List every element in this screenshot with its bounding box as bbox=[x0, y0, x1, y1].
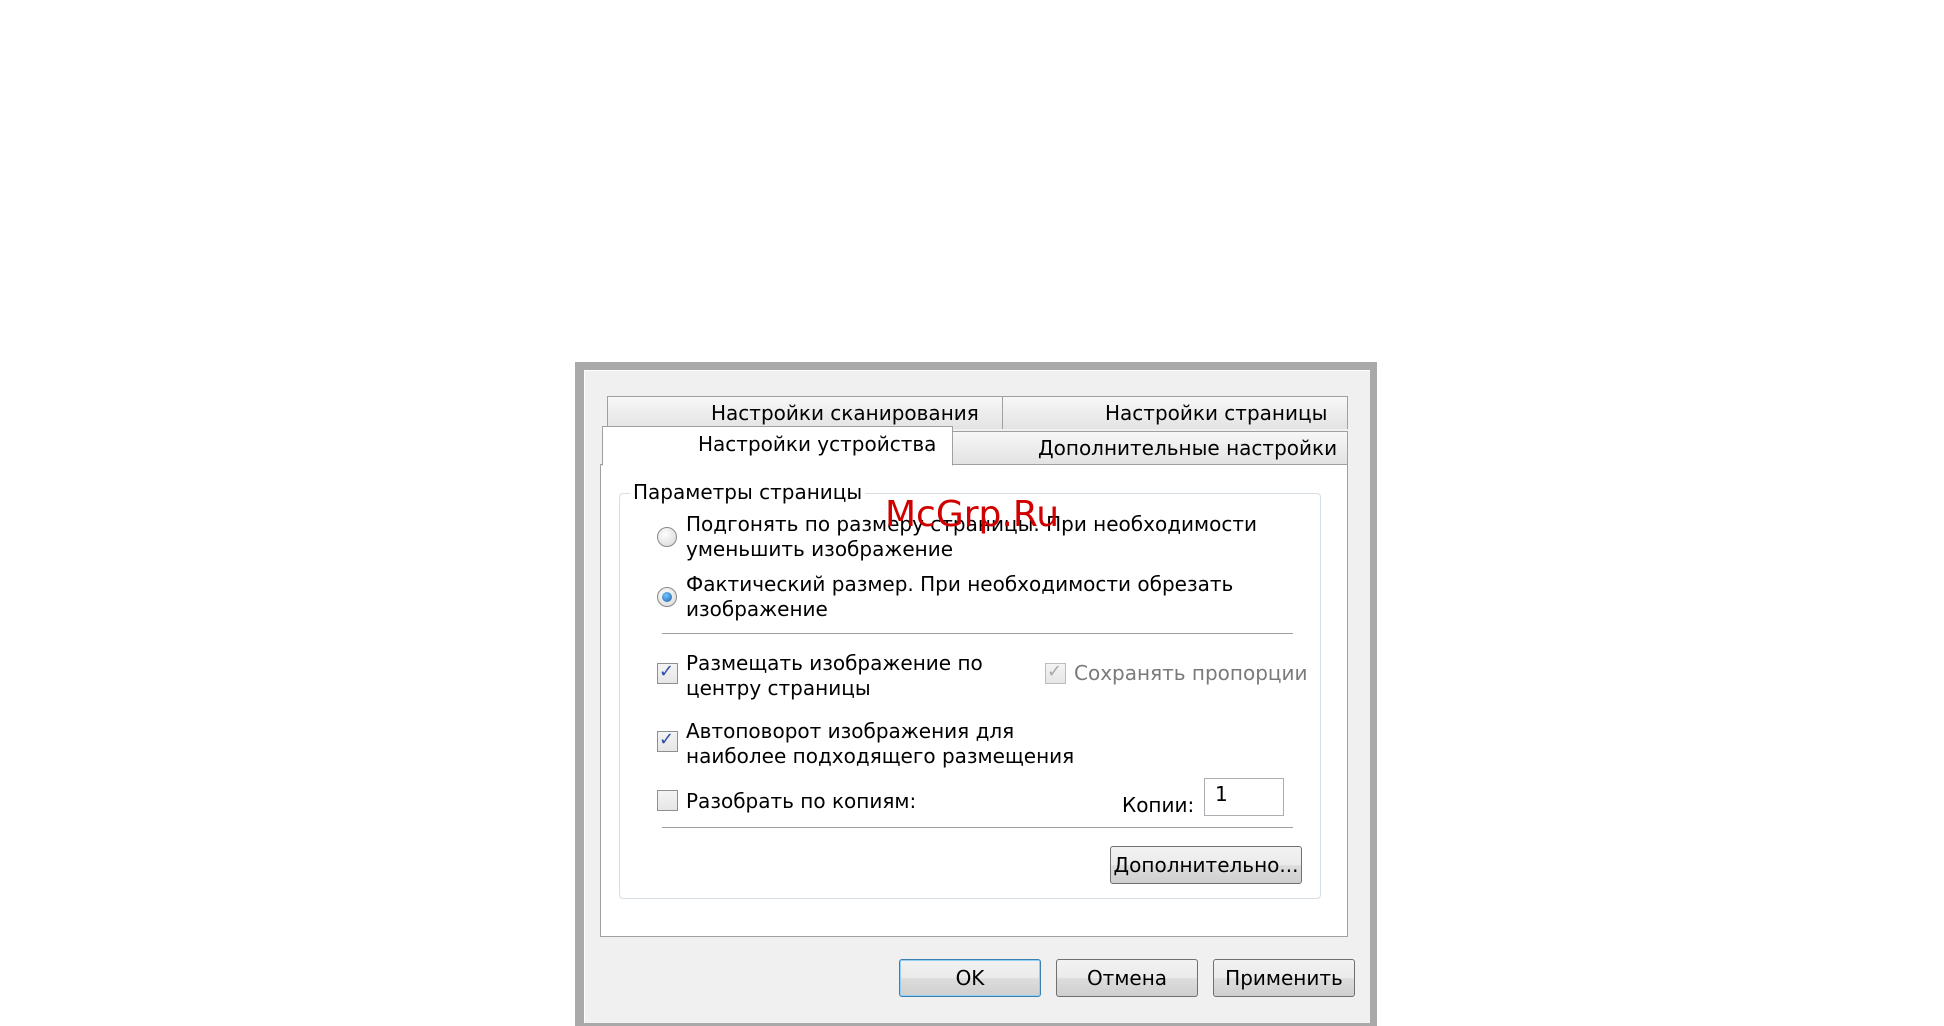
tab-label: Настройки устройства bbox=[698, 432, 937, 456]
tab-label: Настройки сканирования bbox=[711, 401, 979, 425]
group-legend: Параметры страницы bbox=[630, 480, 866, 504]
tab-label: Дополнительные настройки bbox=[1038, 436, 1338, 460]
cancel-button[interactable]: Отмена bbox=[1056, 959, 1198, 997]
radio-actual-size[interactable] bbox=[657, 587, 677, 607]
checkbox-autorotate-label-1: Автоповорот изображения для bbox=[686, 719, 1015, 743]
tab-scan-settings[interactable]: Настройки сканирования bbox=[607, 396, 1003, 429]
checkbox-center-image[interactable]: ✓ bbox=[657, 661, 678, 684]
tab-advanced-settings[interactable]: Дополнительные настройки bbox=[952, 431, 1348, 464]
checkbox-autorotate-label-2: наиболее подходящего размещения bbox=[686, 744, 1075, 768]
tab-device-settings[interactable]: Настройки устройства bbox=[602, 426, 953, 466]
checkbox-collate[interactable] bbox=[657, 790, 678, 811]
checkbox-keep-proportions-label: Сохранять пропорции bbox=[1074, 661, 1308, 685]
copies-label: Копии: bbox=[1122, 793, 1195, 817]
watermark: McGrp.Ru bbox=[885, 494, 1060, 535]
checkbox-collate-label: Разобрать по копиям: bbox=[686, 789, 917, 813]
copies-input[interactable]: 1 bbox=[1204, 778, 1284, 816]
radio-actual-label-1: Фактический размер. При необходимости об… bbox=[686, 572, 1234, 596]
apply-button[interactable]: Применить bbox=[1213, 959, 1355, 997]
radio-actual-label-2: изображение bbox=[686, 597, 828, 621]
separator bbox=[662, 827, 1293, 828]
tab-page-settings[interactable]: Настройки страницы bbox=[1002, 396, 1348, 429]
checkbox-keep-proportions[interactable]: ✓ bbox=[1045, 661, 1066, 684]
ok-button[interactable]: OK bbox=[899, 959, 1041, 997]
radio-fit-to-page[interactable] bbox=[657, 527, 677, 547]
advanced-button[interactable]: Дополнительно... bbox=[1110, 846, 1302, 884]
tab-label: Настройки страницы bbox=[1105, 401, 1328, 425]
checkbox-autorotate[interactable]: ✓ bbox=[657, 729, 678, 752]
checkbox-center-label-1: Размещать изображение по bbox=[686, 651, 983, 675]
checkbox-center-label-2: центру страницы bbox=[686, 676, 871, 700]
check-icon: ✓ bbox=[1047, 661, 1063, 682]
check-icon: ✓ bbox=[659, 729, 675, 750]
separator bbox=[662, 633, 1293, 634]
radio-fit-label-2: уменьшить изображение bbox=[686, 537, 954, 561]
check-icon: ✓ bbox=[659, 661, 675, 682]
